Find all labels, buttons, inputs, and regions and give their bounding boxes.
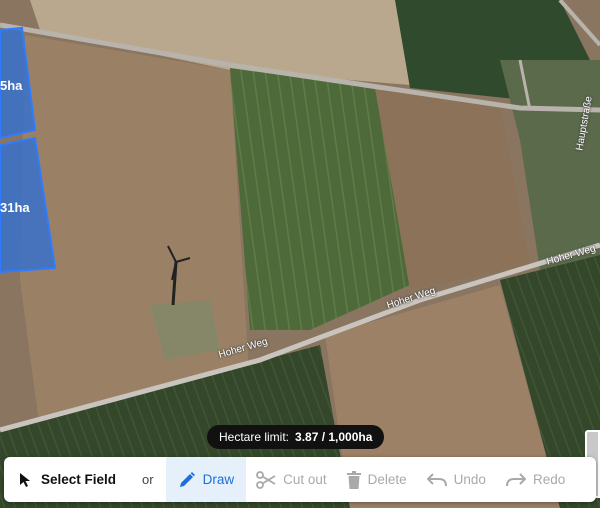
draw-button[interactable]: Draw <box>165 457 247 502</box>
draw-label: Draw <box>202 472 235 487</box>
redo-button[interactable]: Redo <box>496 457 575 502</box>
hectare-limit-badge: Hectare limit: 3.87 / 1,000ha <box>207 425 385 449</box>
undo-button[interactable]: Undo <box>417 457 496 502</box>
select-field-button[interactable]: Select Field <box>4 457 130 502</box>
field-area-label: 31ha <box>0 200 30 215</box>
delete-label: Delete <box>367 472 407 487</box>
hectare-limit-label: Hectare limit: <box>219 430 290 444</box>
redo-label: Redo <box>532 472 566 487</box>
hectare-limit-value: 3.87 / 1,000ha <box>295 430 373 444</box>
redo-arrow-icon <box>505 472 526 486</box>
cursor-arrow-icon <box>20 472 30 487</box>
trash-icon <box>346 470 361 489</box>
undo-arrow-icon <box>426 472 447 486</box>
cut-out-button[interactable]: Cut out <box>246 457 337 502</box>
drawing-toolbar: Select Field or Draw Cut out Delete Undo <box>4 457 596 502</box>
cut-out-label: Cut out <box>283 472 327 487</box>
delete-button[interactable]: Delete <box>337 457 417 502</box>
scissors-icon <box>256 470 276 489</box>
or-separator: or <box>142 472 154 487</box>
pencil-icon <box>179 471 195 487</box>
undo-label: Undo <box>453 472 486 487</box>
select-field-label: Select Field <box>41 472 117 487</box>
field-area-label: 5ha <box>0 78 23 93</box>
